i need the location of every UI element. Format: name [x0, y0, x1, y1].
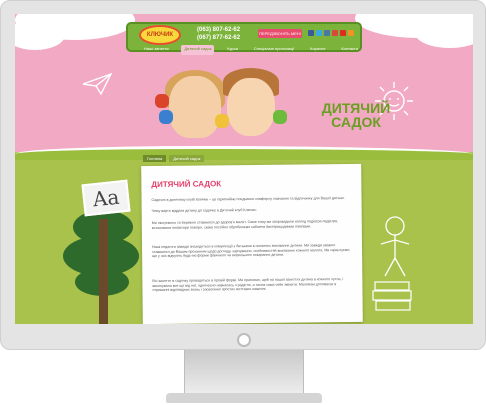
vk-icon[interactable] [324, 30, 330, 36]
article-paragraph: Ми піклуємося та бережно ставимося до зд… [151, 219, 338, 230]
callback-button[interactable]: ПЕРЕДЗВОНІТЬ МЕНІ [258, 29, 302, 38]
twitter-icon[interactable] [316, 30, 322, 36]
phone-number[interactable]: (063) 807-62-62 [197, 26, 257, 34]
site-logo[interactable]: КЛЮЧИК [139, 25, 181, 45]
power-button [237, 333, 251, 347]
painted-hand [159, 110, 173, 124]
odnoklassniki-icon[interactable] [348, 30, 354, 36]
painted-hand [155, 94, 169, 108]
nav-item-kindergarten[interactable]: Дитячий садок [181, 45, 215, 55]
article-paragraph: Всі заняття в садочку проводяться в ігро… [152, 277, 344, 293]
child-photo-1 [169, 76, 221, 138]
painted-hand [273, 110, 287, 124]
article-paragraph: Садочок в дитячому клубі Ключик – це гар… [151, 196, 345, 203]
logo-text: КЛЮЧИК [146, 32, 174, 38]
cloud-decoration [415, 18, 473, 48]
nav-item-special-offers[interactable]: Спеціальні пропозиції [251, 45, 298, 55]
nav-item-courses[interactable]: Курси [224, 45, 241, 55]
breadcrumb: Головна Дитячий садок [143, 155, 205, 162]
nav-item-lessons[interactable]: Наші заняття [141, 45, 172, 55]
google-plus-icon[interactable] [332, 30, 338, 36]
article-paragraph: Чому варто віддати дитину до садочку в Д… [151, 207, 257, 214]
hero-title-line2: САДОК [331, 114, 381, 130]
cloud-decoration [15, 20, 65, 50]
monitor-stand-base [166, 393, 322, 403]
content-card: ДИТЯЧИЙ САДОК Садочок в дитячому клубі К… [141, 163, 363, 324]
breadcrumb-home[interactable]: Головна [143, 155, 167, 162]
main-navigation: Наші заняття Дитячий садок Курси Спеціал… [141, 45, 361, 55]
alphabet-board: Aa [81, 179, 131, 217]
tree-trunk [99, 219, 108, 324]
paper-plane-icon [82, 72, 113, 96]
facebook-icon[interactable] [308, 30, 314, 36]
youtube-icon[interactable] [340, 30, 346, 36]
monitor-frame: ДИТЯЧИЙ САДОК КЛЮЧИК (063) 807-62-62 (06… [0, 0, 486, 350]
painted-hand [215, 114, 229, 128]
breadcrumb-current: Дитячий садок [169, 155, 205, 162]
phone-numbers: (063) 807-62-62 (067) 877-62-62 [197, 26, 257, 42]
child-doodle-icon [380, 216, 410, 277]
article-title: ДИТЯЧИЙ САДОК [151, 179, 222, 190]
hero-title: ДИТЯЧИЙ САДОК [301, 101, 411, 129]
website-screen: ДИТЯЧИЙ САДОК КЛЮЧИК (063) 807-62-62 (06… [15, 14, 473, 324]
hero-title-line1: ДИТЯЧИЙ [321, 100, 391, 116]
grass-divider [15, 146, 473, 160]
nav-item-useful[interactable]: Корисне [307, 45, 328, 55]
phone-number[interactable]: (067) 877-62-62 [197, 34, 257, 42]
article-paragraph: Наші педагоги завжди знаходяться в комун… [152, 243, 351, 259]
nav-item-contacts[interactable]: Контакти [338, 45, 361, 55]
monitor-stand-neck [184, 350, 304, 393]
books-doodle-icon [372, 281, 412, 311]
child-photo-2 [227, 78, 275, 136]
